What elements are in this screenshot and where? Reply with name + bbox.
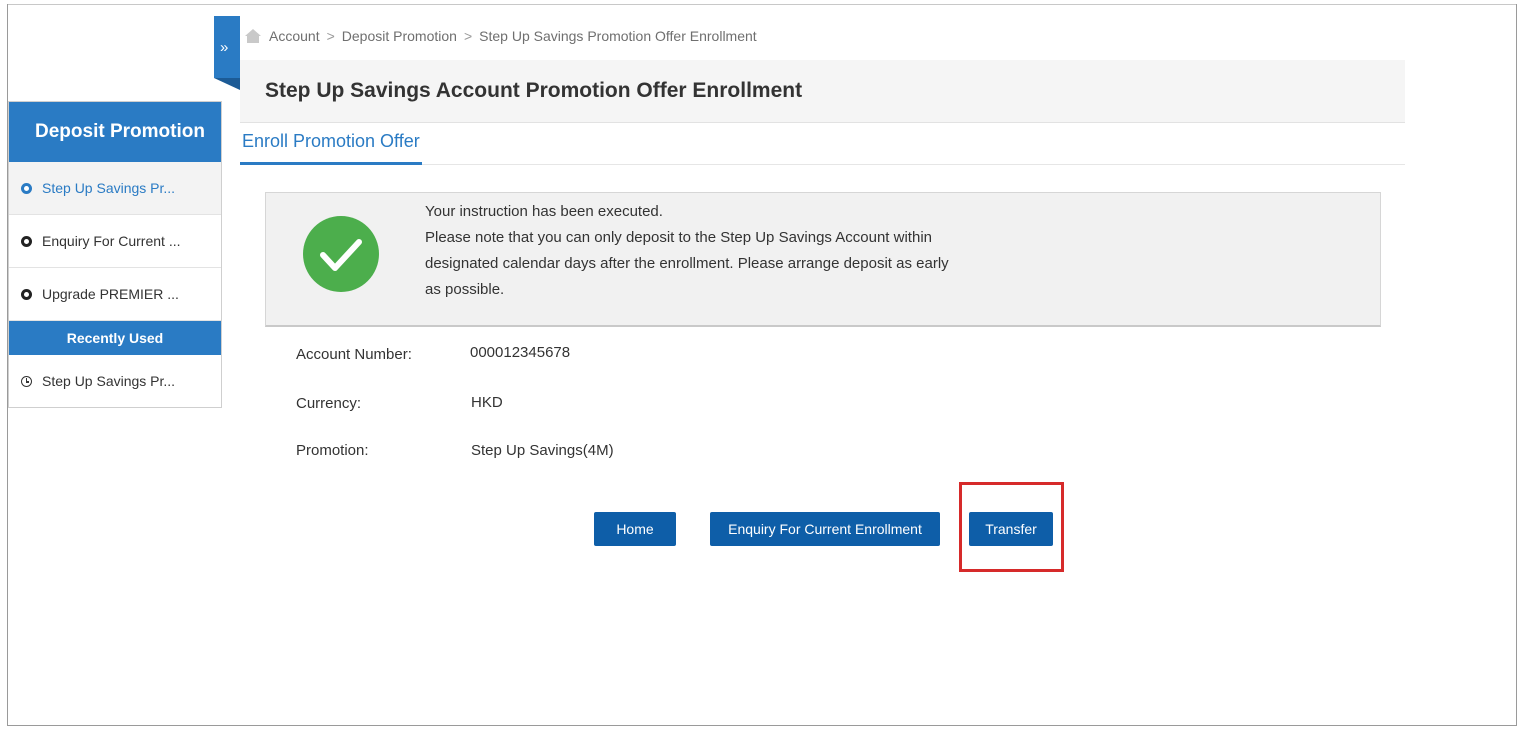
recent-item-label: Step Up Savings Pr... (42, 373, 176, 389)
promotion-value: Step Up Savings(4M) (471, 442, 614, 459)
sidebar-item-label: Step Up Savings Pr... (42, 180, 176, 196)
currency-label: Currency: (296, 395, 362, 412)
breadcrumb-separator: > (463, 28, 473, 44)
sidebar-item-label: Enquiry For Current ... (42, 233, 181, 249)
recently-used-header: Recently Used (9, 321, 221, 355)
tab-enroll-promotion-offer[interactable]: Enroll Promotion Offer (240, 130, 422, 165)
transfer-highlight-box (959, 482, 1064, 572)
account-number-label: Account Number: (296, 346, 412, 363)
sidebar: Deposit Promotion Step Up Savings Pr... … (8, 101, 222, 408)
bullet-icon (21, 235, 32, 247)
bullet-icon (21, 182, 32, 194)
tab-bar: Enroll Promotion Offer (240, 122, 1405, 165)
recent-item-step-up-savings[interactable]: Step Up Savings Pr... (9, 355, 221, 407)
clock-icon (21, 375, 32, 387)
home-button[interactable]: Home (594, 512, 676, 546)
account-number-value: 000012345678 (470, 344, 571, 361)
success-message-box: Your instruction has been executed. Plea… (265, 192, 1381, 327)
breadcrumb-current-page: Step Up Savings Promotion Offer Enrollme… (479, 28, 757, 44)
home-icon[interactable] (245, 29, 261, 43)
promotion-label: Promotion: (296, 442, 369, 459)
success-message-text: Your instruction has been executed. Plea… (425, 199, 949, 303)
breadcrumb-separator: > (326, 28, 335, 44)
bullet-icon (21, 288, 32, 300)
breadcrumb-account[interactable]: Account (269, 28, 320, 44)
enquiry-current-enrollment-button[interactable]: Enquiry For Current Enrollment (710, 512, 940, 546)
sidebar-item-label: Upgrade PREMIER ... (42, 286, 179, 302)
success-check-icon (303, 216, 379, 292)
page-title-bar: Step Up Savings Account Promotion Offer … (240, 60, 1405, 123)
collapse-tab-fold (214, 78, 240, 90)
sidebar-item-enquiry[interactable]: Enquiry For Current ... (9, 215, 221, 268)
collapse-sidebar-button[interactable]: » (214, 16, 240, 78)
double-chevron-right-icon: » (220, 39, 229, 56)
message-line: Your instruction has been executed. (425, 203, 663, 220)
message-line: designated calendar days after the enrol… (425, 255, 949, 272)
sidebar-item-step-up-savings[interactable]: Step Up Savings Pr... (9, 162, 221, 215)
sidebar-header: Deposit Promotion (9, 102, 221, 162)
breadcrumb-deposit-promotion[interactable]: Deposit Promotion (342, 28, 457, 44)
breadcrumb: Account > Deposit Promotion > Step Up Sa… (245, 28, 757, 44)
message-line: Please note that you can only deposit to… (425, 229, 932, 246)
currency-value: HKD (471, 394, 503, 411)
page-title: Step Up Savings Account Promotion Offer … (265, 79, 803, 102)
sidebar-item-upgrade-premier[interactable]: Upgrade PREMIER ... (9, 268, 221, 321)
message-line: as possible. (425, 281, 505, 298)
